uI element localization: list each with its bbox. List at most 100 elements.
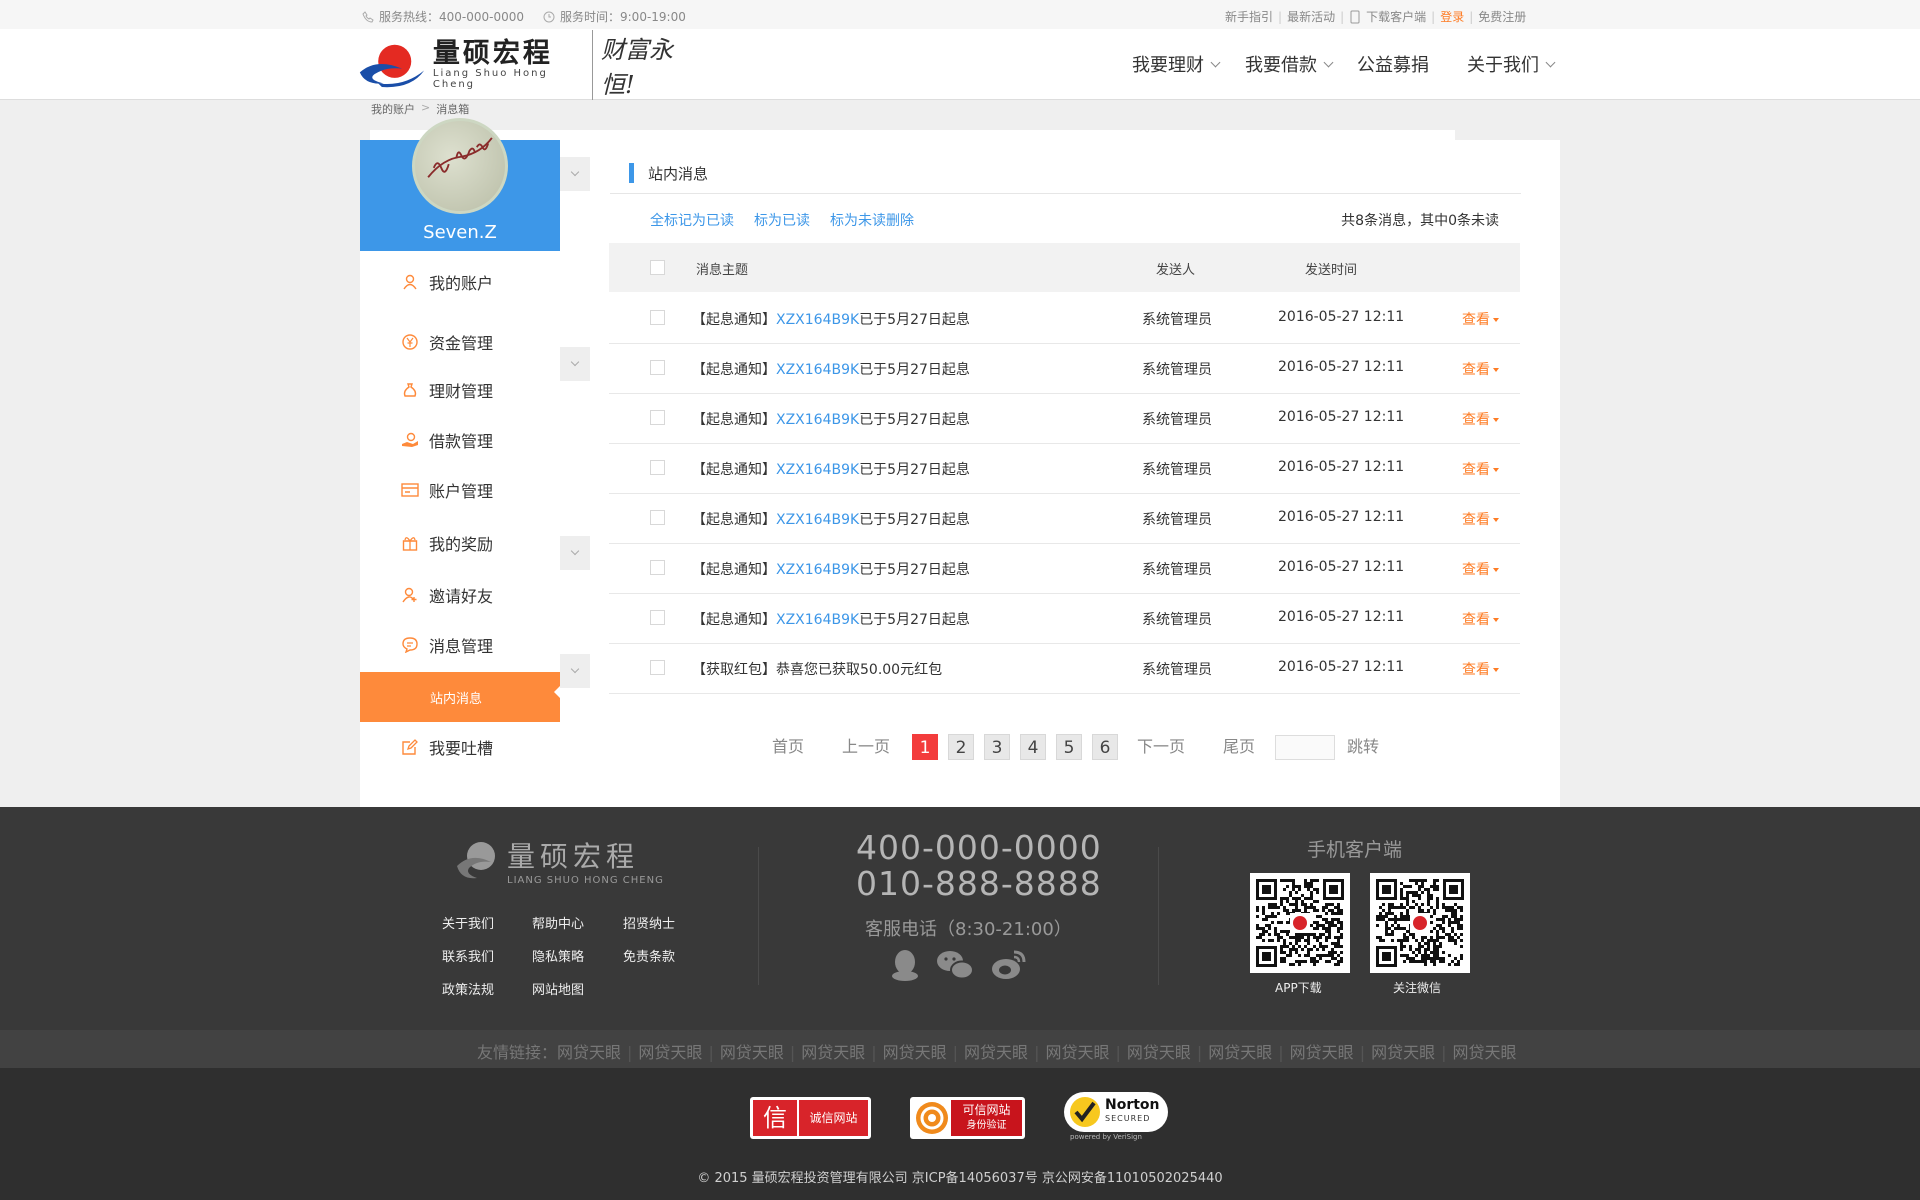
jump-button[interactable]: 跳转 [1347, 733, 1379, 757]
nav-invest[interactable]: 我要理财 [1132, 51, 1221, 77]
page-number[interactable]: 4 [1020, 734, 1046, 760]
view-button[interactable]: 查看 [1462, 659, 1499, 679]
friend-link[interactable]: 网贷天眼 [1045, 1043, 1109, 1062]
activities-link[interactable]: 最新活动 [1287, 8, 1335, 25]
sidebar-item-invest[interactable]: 理财管理 [360, 370, 560, 410]
download-link[interactable]: 下载客户端 [1366, 8, 1426, 25]
message-subject[interactable]: 【起息通知】XZX164B9K已于5月27日起息 [692, 409, 970, 429]
page-number[interactable]: 5 [1056, 734, 1082, 760]
subject-code[interactable]: XZX164B9K [776, 362, 859, 378]
friend-link[interactable]: 网贷天眼 [964, 1043, 1028, 1062]
row-checkbox[interactable] [650, 660, 665, 675]
page-jump-input[interactable] [1275, 735, 1335, 760]
subject-code[interactable]: XZX164B9K [776, 512, 859, 528]
logo[interactable]: 量硕宏程 Liang Shuo Hong Cheng 财富永恒! [358, 30, 698, 100]
row-checkbox[interactable] [650, 360, 665, 375]
table-row[interactable]: 【起息通知】XZX164B9K已于5月27日起息 系统管理员 2016-05-27 … [609, 544, 1520, 594]
friend-link[interactable]: 网贷天眼 [801, 1043, 865, 1062]
mark-read-button[interactable]: 标为已读 [754, 210, 810, 230]
sidebar-item-feedback[interactable]: 我要吐槽 [360, 727, 560, 767]
collapse-toggle[interactable] [560, 347, 590, 381]
trusted-badge[interactable]: 可信网站 身份验证 [910, 1097, 1025, 1139]
nav-borrow[interactable]: 我要借款 [1245, 51, 1334, 77]
friend-link[interactable]: 网贷天眼 [1452, 1043, 1516, 1062]
select-all-checkbox[interactable] [650, 260, 665, 275]
subject-code[interactable]: XZX164B9K [776, 412, 859, 428]
footer-link[interactable]: 招贤纳士 [623, 913, 675, 932]
friend-link[interactable]: 网贷天眼 [720, 1043, 784, 1062]
first-page-link[interactable]: 首页 [772, 733, 804, 757]
friend-link[interactable]: 网贷天眼 [1208, 1043, 1272, 1062]
wechat-icon[interactable] [936, 948, 974, 982]
prev-page-link[interactable]: 上一页 [842, 733, 890, 757]
page-number[interactable]: 6 [1092, 734, 1118, 760]
nav-about[interactable]: 关于我们 [1467, 51, 1556, 77]
sidebar-item-account-manage[interactable]: 账户管理 [360, 470, 560, 510]
login-link[interactable]: 登录 [1440, 8, 1464, 25]
page-number[interactable]: 2 [948, 734, 974, 760]
footer-link[interactable]: 联系我们 [442, 946, 494, 965]
row-checkbox[interactable] [650, 410, 665, 425]
table-row[interactable]: 【起息通知】XZX164B9K已于5月27日起息 系统管理员 2016-05-27 … [609, 344, 1520, 394]
view-button[interactable]: 查看 [1462, 559, 1499, 579]
message-subject[interactable]: 【起息通知】XZX164B9K已于5月27日起息 [692, 359, 970, 379]
friend-link[interactable]: 网贷天眼 [1371, 1043, 1435, 1062]
row-checkbox[interactable] [650, 310, 665, 325]
table-row[interactable]: 【起息通知】XZX164B9K已于5月27日起息 系统管理员 2016-05-27 … [609, 494, 1520, 544]
view-button[interactable]: 查看 [1462, 609, 1499, 629]
avatar[interactable] [412, 118, 508, 214]
next-page-link[interactable]: 下一页 [1137, 733, 1185, 757]
message-subject[interactable]: 【起息通知】XZX164B9K已于5月27日起息 [692, 459, 970, 479]
sidebar-item-messages[interactable]: 消息管理 [360, 625, 560, 665]
collapse-toggle[interactable] [560, 536, 590, 570]
view-button[interactable]: 查看 [1462, 509, 1499, 529]
row-checkbox[interactable] [650, 510, 665, 525]
sidebar-item-account[interactable]: 我的账户 [360, 262, 560, 302]
friend-link[interactable]: 网贷天眼 [883, 1043, 947, 1062]
page-number[interactable]: 3 [984, 734, 1010, 760]
view-button[interactable]: 查看 [1462, 309, 1499, 329]
nav-charity[interactable]: 公益募捐 [1357, 51, 1429, 77]
friend-link[interactable]: 网贷天眼 [638, 1043, 702, 1062]
friend-link[interactable]: 网贷天眼 [1127, 1043, 1191, 1062]
message-subject[interactable]: 【起息通知】XZX164B9K已于5月27日起息 [692, 309, 970, 329]
footer-link[interactable]: 网站地图 [532, 979, 584, 998]
row-checkbox[interactable] [650, 610, 665, 625]
weibo-icon[interactable] [990, 948, 1028, 982]
last-page-link[interactable]: 尾页 [1223, 733, 1255, 757]
sidebar-item-loan[interactable]: 借款管理 [360, 420, 560, 460]
view-button[interactable]: 查看 [1462, 359, 1499, 379]
view-button[interactable]: 查看 [1462, 409, 1499, 429]
footer-link[interactable]: 关于我们 [442, 913, 494, 932]
register-link[interactable]: 免费注册 [1478, 8, 1526, 25]
footer-link[interactable]: 政策法规 [442, 979, 494, 998]
subject-code[interactable]: XZX164B9K [776, 462, 859, 478]
sidebar-subitem-inbox[interactable]: 站内消息 [360, 672, 560, 722]
mark-all-read-button[interactable]: 全标记为已读 [650, 210, 734, 230]
table-row[interactable]: 【起息通知】XZX164B9K已于5月27日起息 系统管理员 2016-05-27 … [609, 294, 1520, 344]
credit-badge[interactable]: 信 诚信网站 [750, 1097, 871, 1139]
sidebar-item-funds[interactable]: 资金管理 [360, 322, 560, 362]
sidebar-item-invite[interactable]: 邀请好友 [360, 575, 560, 615]
view-button[interactable]: 查看 [1462, 459, 1499, 479]
footer-link[interactable]: 免责条款 [623, 946, 675, 965]
collapse-toggle[interactable] [560, 654, 590, 688]
footer-logo[interactable]: 量硕宏程 LIANG SHUO HONG CHENG [455, 835, 664, 886]
message-subject[interactable]: 【起息通知】XZX164B9K已于5月27日起息 [692, 609, 970, 629]
friend-link[interactable]: 网贷天眼 [557, 1043, 621, 1062]
page-number[interactable]: 1 [912, 734, 938, 760]
friend-link[interactable]: 网贷天眼 [1290, 1043, 1354, 1062]
subject-code[interactable]: XZX164B9K [776, 562, 859, 578]
norton-badge[interactable]: Norton SECURED powered by VeriSign [1060, 1088, 1172, 1144]
message-subject[interactable]: 【起息通知】XZX164B9K已于5月27日起息 [692, 509, 970, 529]
subject-code[interactable]: XZX164B9K [776, 312, 859, 328]
breadcrumb-account[interactable]: 我的账户 [371, 101, 415, 117]
table-row[interactable]: 【起息通知】XZX164B9K已于5月27日起息 系统管理员 2016-05-27 … [609, 594, 1520, 644]
message-subject[interactable]: 【起息通知】XZX164B9K已于5月27日起息 [692, 559, 970, 579]
row-checkbox[interactable] [650, 460, 665, 475]
message-subject[interactable]: 【获取红包】恭喜您已获取50.00元红包 [692, 659, 942, 679]
table-row[interactable]: 【起息通知】XZX164B9K已于5月27日起息 系统管理员 2016-05-27 … [609, 444, 1520, 494]
row-checkbox[interactable] [650, 560, 665, 575]
footer-link[interactable]: 帮助中心 [532, 913, 584, 932]
subject-code[interactable]: XZX164B9K [776, 612, 859, 628]
